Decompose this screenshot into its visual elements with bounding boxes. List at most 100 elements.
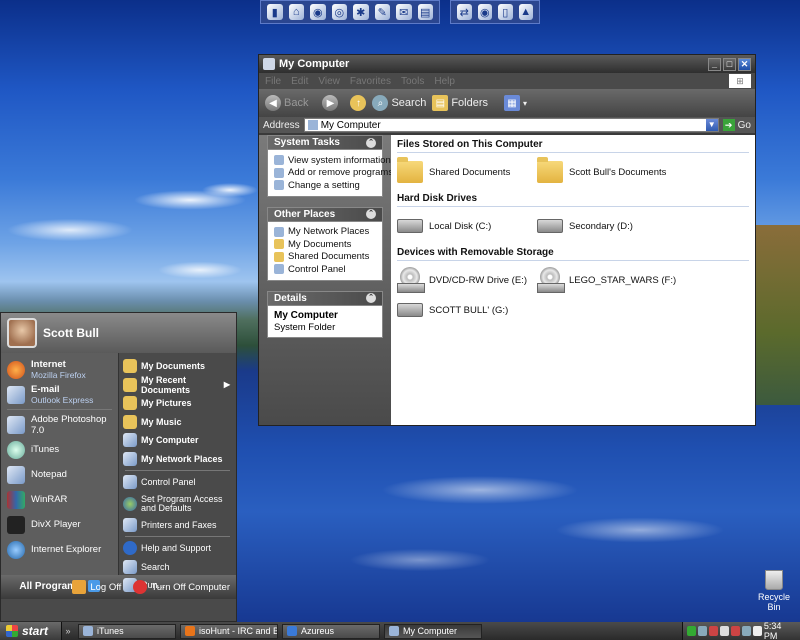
task-view-system-info[interactable]: View system information	[274, 154, 391, 167]
link-help-support[interactable]: Help and Support	[119, 539, 236, 558]
folders-button[interactable]: ▤ Folders	[432, 95, 488, 111]
task-pane: System Tasks ⌃ View system information Ad…	[259, 135, 393, 425]
close-button[interactable]: ✕	[738, 57, 751, 71]
log-off-button[interactable]: Log Off	[72, 580, 121, 594]
recent-notepad[interactable]: Notepad	[1, 462, 118, 487]
taskbar-button-my-computer[interactable]: My Computer	[384, 623, 482, 639]
details-type: System Folder	[274, 321, 336, 333]
folder-icon	[123, 359, 137, 374]
itunes-icon	[7, 440, 25, 459]
turn-off-button[interactable]: Turn Off Computer	[133, 580, 230, 594]
window-titlebar[interactable]: My Computer _ □ ✕	[259, 55, 755, 73]
link-my-music[interactable]: My Music	[119, 413, 236, 432]
details-body: My Computer System Folder	[267, 304, 383, 338]
computer-icon	[263, 58, 275, 70]
hard-disk-icon	[397, 219, 423, 233]
folder-icon[interactable]: ▤	[417, 4, 433, 20]
tray-icon[interactable]	[697, 626, 707, 636]
address-dropdown-icon[interactable]: ▼	[705, 119, 718, 131]
device-icon[interactable]: ▯	[498, 4, 513, 20]
task-add-remove-programs[interactable]: Add or remove programs	[274, 167, 393, 180]
outlook-icon	[7, 385, 25, 404]
place-my-documents[interactable]: My Documents	[274, 238, 376, 251]
link-printers-faxes[interactable]: Printers and Faxes	[119, 516, 236, 535]
go-button[interactable]: ➔ Go	[722, 119, 755, 131]
menu-help[interactable]: Help	[434, 76, 455, 87]
collapse-icon[interactable]: ⌃	[366, 293, 376, 303]
pinned-email[interactable]: E-mail Outlook Express	[1, 382, 118, 407]
collapse-icon[interactable]: ⌃	[366, 209, 376, 219]
tray-icon[interactable]	[687, 626, 696, 636]
link-network-places[interactable]: My Network Places	[119, 450, 236, 469]
link-recent-documents[interactable]: My Recent Documents ▶	[119, 375, 236, 395]
recent-itunes[interactable]: iTunes	[1, 437, 118, 462]
menu-file[interactable]: File	[265, 76, 281, 87]
tray-icon[interactable]	[708, 626, 718, 636]
quick-launch-chevron-icon[interactable]: »	[62, 626, 74, 636]
upload-icon[interactable]: ▲	[518, 4, 533, 20]
item-secondary-d[interactable]: Secondary (D:)	[537, 211, 677, 241]
winrar-icon	[7, 490, 25, 509]
menu-view[interactable]: View	[318, 76, 340, 87]
taskbar-button-isohunt[interactable]: isoHunt - IRC and Bit ...	[180, 623, 278, 639]
avatar[interactable]	[7, 318, 37, 348]
place-control-panel[interactable]: Control Panel	[274, 263, 376, 276]
tray-icon[interactable]	[719, 626, 729, 636]
menu-favorites[interactable]: Favorites	[350, 76, 391, 87]
pencil-icon[interactable]: ✎	[374, 4, 390, 20]
icon-dock-left: ▮ ⌂ ◉ ◎ ✱ ✎ ✉ ▤	[260, 0, 440, 24]
link-my-pictures[interactable]: My Pictures	[119, 394, 236, 413]
views-button[interactable]: ▦ ▾	[504, 95, 527, 111]
forward-button[interactable]: ▶	[322, 95, 339, 111]
tray-icon[interactable]	[752, 626, 762, 636]
recent-divx[interactable]: DivX Player	[1, 512, 118, 537]
menu-edit[interactable]: Edit	[291, 76, 308, 87]
item-local-disk-c[interactable]: Local Disk (C:)	[397, 211, 537, 241]
item-user-documents[interactable]: Scott Bull's Documents	[537, 157, 677, 187]
menu-tools[interactable]: Tools	[401, 76, 424, 87]
task-change-setting[interactable]: Change a setting	[274, 179, 376, 192]
tray-icon[interactable]	[730, 626, 740, 636]
pinned-internet[interactable]: Internet Mozilla Firefox	[1, 357, 118, 382]
log-off-icon	[72, 580, 87, 594]
gear-icon[interactable]: ✱	[353, 4, 369, 20]
recent-winrar[interactable]: WinRAR	[1, 487, 118, 512]
place-shared-documents[interactable]: Shared Documents	[274, 251, 376, 264]
link-program-access[interactable]: Set Program Access and Defaults	[119, 492, 236, 516]
start-button[interactable]: start	[0, 622, 62, 640]
media-icon[interactable]: ◉	[477, 4, 492, 20]
up-folder-button[interactable]: ↑	[350, 95, 367, 111]
ipod-icon[interactable]: ▮	[267, 4, 283, 20]
maximize-button[interactable]: □	[723, 57, 736, 71]
link-my-documents[interactable]: My Documents	[119, 357, 236, 376]
item-shared-documents[interactable]: Shared Documents	[397, 157, 537, 187]
recent-internet-explorer[interactable]: Internet Explorer	[1, 537, 118, 562]
globe-icon[interactable]: ◉	[310, 4, 326, 20]
home-icon[interactable]: ⌂	[288, 4, 304, 20]
search-button[interactable]: ⌕ Search	[372, 95, 426, 111]
link-my-computer[interactable]: My Computer	[119, 431, 236, 450]
taskbar-button-azureus[interactable]: Azureus	[282, 623, 380, 639]
tray-icon[interactable]	[741, 626, 751, 636]
place-network[interactable]: My Network Places	[274, 226, 376, 239]
clock[interactable]: 5:34 PM	[764, 621, 800, 640]
network-icon[interactable]: ⇄	[457, 4, 472, 20]
link-search[interactable]: Search	[119, 558, 236, 577]
recycle-bin[interactable]: Recycle Bin	[752, 570, 796, 612]
details-header[interactable]: Details ⌃	[267, 290, 383, 305]
mail-icon[interactable]: ✉	[396, 4, 412, 20]
minimize-button[interactable]: _	[708, 57, 721, 71]
disc-icon[interactable]: ◎	[331, 4, 347, 20]
recent-photoshop[interactable]: Adobe Photoshop 7.0	[1, 412, 118, 437]
item-lego-star-wars-f[interactable]: LEGO_STAR_WARS (F:)	[537, 265, 677, 295]
link-control-panel[interactable]: Control Panel	[119, 473, 236, 492]
item-removable-g[interactable]: SCOTT BULL' (G:)	[397, 295, 537, 325]
item-dvd-drive-e[interactable]: DVD/CD-RW Drive (E:)	[397, 265, 537, 295]
taskbar-button-itunes[interactable]: iTunes	[78, 623, 176, 639]
back-button[interactable]: ◀ Back	[265, 95, 308, 111]
collapse-icon[interactable]: ⌃	[366, 137, 376, 148]
cd-drive-icon	[537, 267, 565, 293]
system-tasks-header[interactable]: System Tasks ⌃	[267, 135, 383, 149]
address-field[interactable]: My Computer ▼	[303, 118, 719, 132]
other-places-header[interactable]: Other Places ⌃	[267, 206, 383, 221]
